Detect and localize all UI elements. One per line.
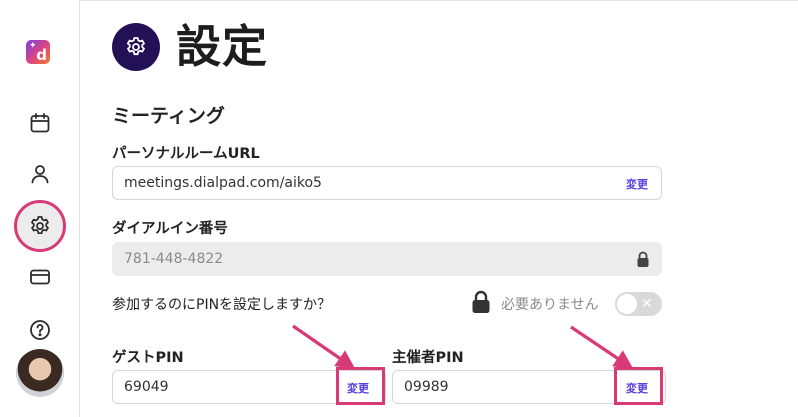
personal-room-url-field: meetings.dialpad.com/aiko5 変更 [112, 166, 662, 200]
personal-room-url-value: meetings.dialpad.com/aiko5 [124, 175, 322, 191]
gear-icon [31, 216, 49, 235]
host-pin-change-highlight [614, 367, 663, 405]
dial-in-number-label: ダイアルイン番号 [112, 221, 228, 237]
sidebar-item-help[interactable] [24, 314, 56, 346]
host-pin-label: 主催者PIN [392, 350, 464, 366]
toggle-knob [617, 294, 637, 314]
guest-pin-value: 69049 [124, 379, 169, 395]
logo-letter: d [36, 46, 47, 64]
pin-status-text: 必要ありません [501, 297, 599, 313]
sidebar: ✦ d [0, 0, 80, 417]
credit-card-icon [30, 269, 50, 285]
guest-pin-change-highlight [336, 367, 385, 405]
user-icon [31, 165, 49, 184]
app-logo[interactable]: ✦ d [26, 40, 50, 64]
close-icon: ✕ [641, 296, 653, 312]
sidebar-item-profile[interactable] [24, 158, 56, 190]
dial-in-number-field: 781-448-4822 [112, 242, 662, 276]
gear-icon [127, 37, 145, 56]
change-room-url-link[interactable]: 変更 [626, 176, 648, 192]
settings-title-icon [112, 23, 160, 71]
help-icon [30, 320, 50, 340]
lock-icon [637, 251, 649, 267]
page-title: 設定 [176, 20, 269, 73]
guest-pin-label: ゲストPIN [112, 350, 184, 366]
settings-main: 設定 ミーティング パーソナルルームURL meetings.dialpad.c… [80, 0, 798, 417]
sidebar-item-settings[interactable] [14, 200, 66, 252]
sidebar-item-calendar[interactable] [24, 107, 56, 139]
section-title-meeting: ミーティング [112, 105, 225, 127]
lock-icon [472, 290, 490, 313]
dial-in-number-value: 781-448-4822 [124, 251, 224, 267]
pin-question-text: 参加するのにPINを設定しますか？ [112, 297, 332, 313]
avatar[interactable] [16, 349, 64, 397]
pin-required-toggle[interactable]: ✕ [615, 292, 662, 316]
host-pin-value: 09989 [404, 379, 449, 395]
divider [80, 0, 798, 1]
personal-room-url-label: パーソナルルームURL [112, 146, 260, 162]
sidebar-item-billing[interactable] [24, 261, 56, 293]
calendar-icon [30, 113, 50, 133]
